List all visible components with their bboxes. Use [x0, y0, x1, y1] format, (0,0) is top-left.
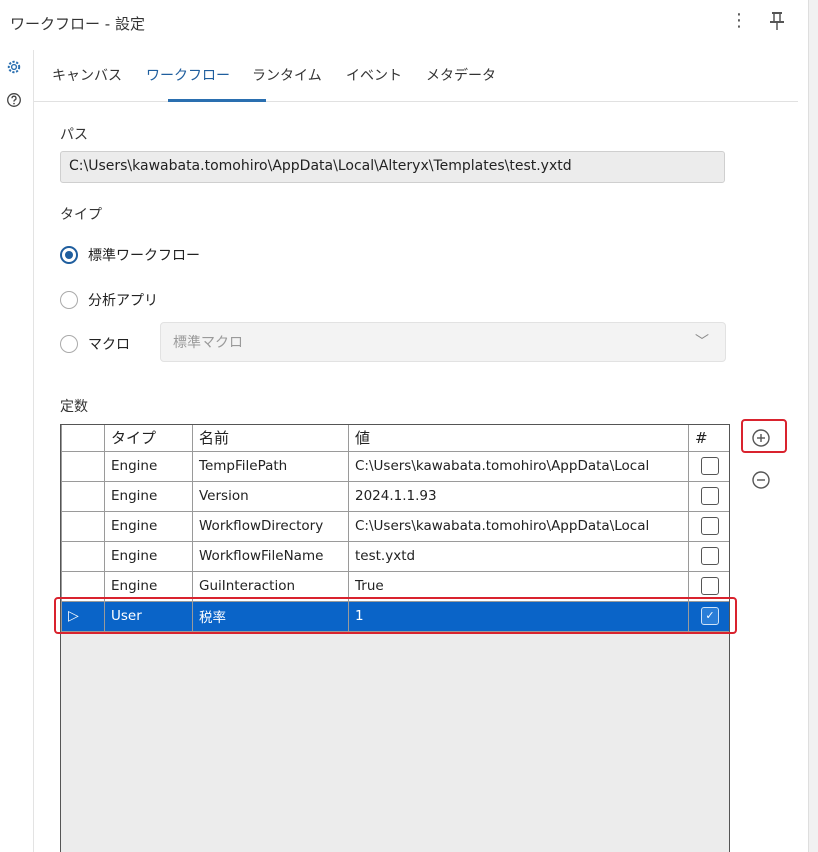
checkbox[interactable] — [701, 547, 719, 565]
path-field[interactable]: C:\Users\kawabata.tomohiro\AppData\Local… — [60, 151, 725, 183]
radio-standard-workflow[interactable]: 標準ワークフロー — [60, 245, 200, 265]
cell-name[interactable]: WorkflowDirectory — [192, 510, 349, 542]
checkbox[interactable] — [701, 487, 719, 505]
title-bar: ワークフロー - 設定 ⋮ — [0, 0, 818, 48]
window-title: ワークフロー - 設定 — [10, 15, 145, 33]
cell-hash[interactable] — [688, 510, 729, 542]
gear-icon[interactable] — [6, 59, 22, 75]
radio-button[interactable] — [60, 291, 78, 309]
cell-hash[interactable] — [688, 480, 729, 512]
radio-button[interactable] — [60, 246, 78, 264]
cell-value[interactable]: C:\Users\kawabata.tomohiro\AppData\Local — [348, 450, 689, 482]
path-label: パス — [60, 127, 88, 143]
macro-type-select[interactable]: 標準マクロ ﹀ — [160, 322, 726, 362]
radio-label: マクロ — [88, 337, 130, 353]
help-icon[interactable] — [6, 92, 22, 108]
radio-label: 標準ワークフロー — [88, 248, 200, 264]
tab-canvas[interactable]: キャンバス — [52, 65, 122, 85]
pin-icon[interactable] — [768, 10, 786, 32]
row-indicator[interactable] — [61, 510, 105, 542]
more-vertical-icon[interactable]: ⋮ — [730, 10, 748, 31]
cell-hash[interactable] — [688, 540, 729, 572]
minus-circle-icon[interactable] — [751, 470, 771, 490]
cell-type[interactable]: Engine — [104, 450, 193, 482]
macro-type-value: 標準マクロ — [173, 335, 243, 351]
cell-value[interactable]: 2024.1.1.93 — [348, 480, 689, 512]
checkbox[interactable] — [701, 457, 719, 475]
checkbox[interactable] — [701, 517, 719, 535]
cell-type[interactable]: Engine — [104, 480, 193, 512]
row-indicator[interactable] — [61, 450, 105, 482]
left-rail — [0, 50, 34, 852]
radio-analytic-app[interactable]: 分析アプリ — [60, 290, 158, 310]
radio-label: 分析アプリ — [88, 293, 158, 309]
chevron-down-icon: ﹀ — [695, 334, 709, 350]
table-row[interactable]: Engine TempFilePath C:\Users\kawabata.to… — [61, 450, 729, 482]
tab-workflow[interactable]: ワークフロー — [146, 65, 230, 85]
tab-events[interactable]: イベント — [346, 65, 402, 85]
type-label: タイプ — [60, 207, 102, 223]
column-header-hash[interactable]: # — [688, 425, 729, 452]
plus-circle-icon[interactable] — [751, 428, 771, 448]
tab-metadata[interactable]: メタデータ — [426, 65, 496, 85]
column-header-name[interactable]: 名前 — [192, 425, 349, 452]
constants-label: 定数 — [60, 399, 88, 415]
table-row[interactable]: Engine Version 2024.1.1.93 — [61, 480, 729, 512]
table-row[interactable]: Engine WorkflowDirectory C:\Users\kawaba… — [61, 510, 729, 542]
cell-name[interactable]: Version — [192, 480, 349, 512]
row-indicator[interactable] — [61, 540, 105, 572]
tab-bar: キャンバス ワークフロー ランタイム イベント メタデータ — [34, 50, 798, 102]
active-tab-indicator — [168, 99, 266, 102]
tab-runtime[interactable]: ランタイム — [252, 65, 322, 85]
highlight-selected-row — [54, 597, 737, 634]
table-row[interactable]: Engine WorkflowFileName test.yxtd — [61, 540, 729, 572]
checkbox[interactable] — [701, 577, 719, 595]
row-indicator[interactable] — [61, 480, 105, 512]
column-header-type[interactable]: タイプ — [104, 425, 193, 452]
cell-type[interactable]: Engine — [104, 510, 193, 542]
table-header-row: タイプ 名前 値 # — [61, 425, 729, 452]
cell-name[interactable]: TempFilePath — [192, 450, 349, 482]
cell-hash[interactable] — [688, 450, 729, 482]
cell-value[interactable]: C:\Users\kawabata.tomohiro\AppData\Local — [348, 510, 689, 542]
cell-type[interactable]: Engine — [104, 540, 193, 572]
right-edge-strip — [808, 0, 818, 852]
constants-grid: タイプ 名前 値 # Engine TempFilePath C:\Users\… — [60, 424, 730, 852]
radio-button[interactable] — [60, 335, 78, 353]
cell-name[interactable]: WorkflowFileName — [192, 540, 349, 572]
radio-macro[interactable]: マクロ — [60, 334, 130, 354]
cell-value[interactable]: test.yxtd — [348, 540, 689, 572]
row-indicator-header — [61, 425, 105, 452]
column-header-value[interactable]: 値 — [348, 425, 689, 452]
